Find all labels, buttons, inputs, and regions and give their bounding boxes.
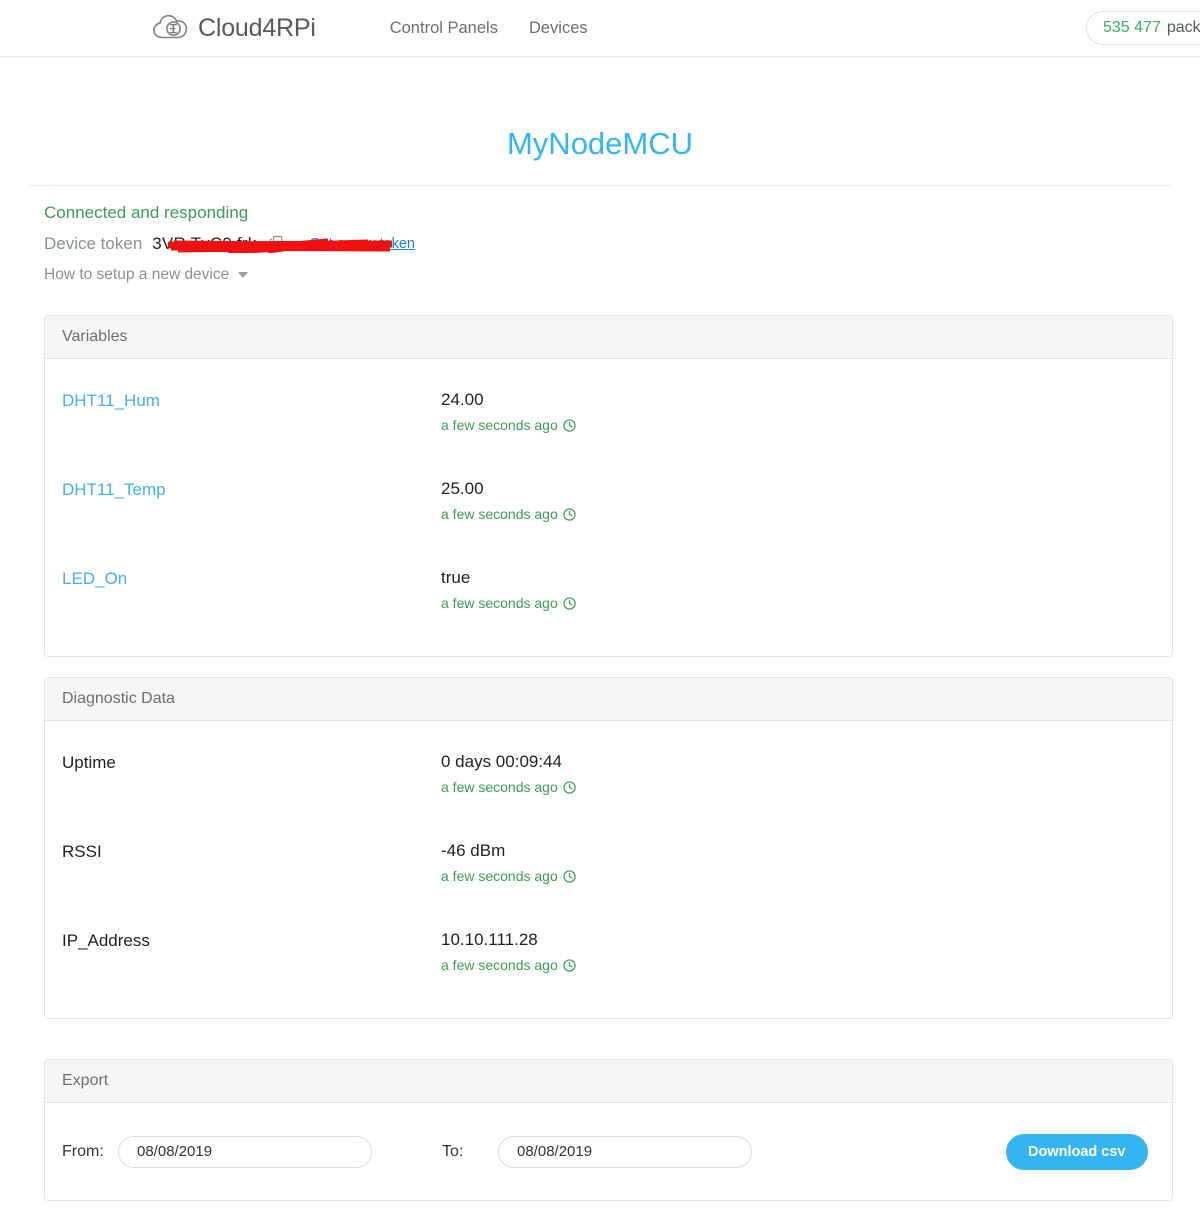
table-row: Uptime 0 days 00:09:44 a few seconds ago — [45, 721, 1172, 840]
export-card: Export From: To: Download csv — [44, 1059, 1173, 1201]
timestamp-text: a few seconds ago — [441, 868, 558, 884]
variables-card-header: Variables — [45, 316, 1172, 359]
variable-value-col: 24.00 a few seconds ago — [441, 389, 576, 433]
from-label: From: — [62, 1142, 104, 1160]
diagnostic-timestamp: a few seconds ago — [441, 868, 576, 884]
diagnostic-data-card: Diagnostic Data Uptime 0 days 00:09:44 a… — [44, 677, 1173, 1019]
main-nav: Control Panels Devices — [390, 19, 588, 38]
nav-devices[interactable]: Devices — [529, 19, 588, 38]
variables-card-title: Variables — [62, 328, 128, 345]
clock-icon — [563, 507, 576, 521]
diagnostic-timestamp: a few seconds ago — [441, 779, 576, 795]
diagnostic-value: 0 days 00:09:44 — [441, 752, 562, 771]
variables-card-body: DHT11_Hum 24.00 a few seconds ago DHT11_… — [45, 359, 1172, 656]
how-to-setup-toggle[interactable]: How to setup a new device — [44, 266, 415, 284]
get-new-token-link[interactable]: Get a new token — [309, 236, 415, 252]
device-token-row: Device token 3VR TvC9 frk Get a new toke… — [44, 231, 415, 257]
variable-name-link[interactable]: LED_On — [62, 567, 441, 589]
table-row: LED_On true a few seconds ago — [45, 567, 1172, 656]
diagnostic-card-body: Uptime 0 days 00:09:44 a few seconds ago… — [45, 721, 1172, 1018]
export-card-header: Export — [45, 1060, 1172, 1103]
variable-timestamp: a few seconds ago — [441, 595, 576, 611]
diagnostic-value: 10.10.111.28 — [441, 930, 538, 949]
download-csv-button[interactable]: Download csv — [1006, 1133, 1148, 1170]
to-date-input[interactable] — [498, 1135, 752, 1168]
timestamp-text: a few seconds ago — [441, 506, 558, 522]
packets-count: 535 477 — [1103, 19, 1161, 36]
export-card-title: Export — [62, 1072, 109, 1089]
timestamp-text: a few seconds ago — [441, 957, 558, 973]
diagnostic-card-title: Diagnostic Data — [62, 690, 175, 707]
variable-value-col: true a few seconds ago — [441, 567, 576, 611]
page-title: MyNodeMCU — [506, 126, 694, 161]
variable-value-col: 25.00 a few seconds ago — [441, 478, 576, 522]
variable-value: 24.00 — [441, 390, 484, 409]
brand-name: Cloud4RPi — [198, 13, 316, 42]
timestamp-text: a few seconds ago — [441, 595, 558, 611]
variables-card: Variables DHT11_Hum 24.00 a few seconds … — [44, 315, 1173, 657]
export-card-body: From: To: Download csv — [45, 1103, 1172, 1200]
device-token-wrap: 3VR TvC9 frk — [152, 234, 393, 254]
brand[interactable]: Cloud4RPi — [152, 13, 316, 43]
diagnostic-value-col: 0 days 00:09:44 a few seconds ago — [441, 751, 576, 795]
device-status-block: Connected and responding Device token 3V… — [44, 203, 415, 284]
variable-timestamp: a few seconds ago — [441, 417, 576, 433]
variable-name-link[interactable]: DHT11_Temp — [62, 478, 441, 500]
diagnostic-timestamp: a few seconds ago — [441, 957, 576, 973]
diagnostic-name: RSSI — [62, 842, 102, 861]
clock-icon — [563, 596, 576, 610]
diagnostic-name: Uptime — [62, 753, 116, 772]
clock-icon — [563, 869, 576, 883]
device-token-value: 3VR TvC9 frk — [152, 234, 257, 253]
diagnostic-value: -46 dBm — [441, 841, 506, 860]
nav-control-panels[interactable]: Control Panels — [390, 19, 498, 38]
how-to-setup-label: How to setup a new device — [44, 266, 230, 283]
table-row: DHT11_Temp 25.00 a few seconds ago — [45, 478, 1172, 567]
to-label: To: — [442, 1142, 464, 1160]
diagnostic-value-col: 10.10.111.28 a few seconds ago — [441, 929, 576, 973]
table-row: DHT11_Hum 24.00 a few seconds ago — [45, 359, 1172, 478]
packets-counter-badge[interactable]: 535 477 packets — [1086, 11, 1200, 45]
top-navigation-bar: Cloud4RPi Control Panels Devices 535 477… — [0, 0, 1200, 57]
timestamp-text: a few seconds ago — [441, 417, 558, 433]
table-row: RSSI -46 dBm a few seconds ago — [45, 840, 1172, 929]
cloud-logo-icon — [152, 13, 188, 43]
copy-icon[interactable] — [256, 235, 285, 253]
diagnostic-value-col: -46 dBm a few seconds ago — [441, 840, 576, 884]
clock-icon — [563, 418, 576, 432]
diagnostic-card-header: Diagnostic Data — [45, 678, 1172, 721]
clock-icon — [563, 780, 576, 794]
title-divider — [28, 185, 1172, 186]
variable-timestamp: a few seconds ago — [441, 506, 576, 522]
chevron-down-icon — [238, 272, 249, 278]
from-date-input[interactable] — [118, 1135, 372, 1168]
connection-status: Connected and responding — [44, 203, 249, 222]
variable-value: true — [441, 568, 471, 587]
table-row: IP_Address 10.10.111.28 a few seconds ag… — [45, 929, 1172, 1018]
variable-name-link[interactable]: DHT11_Hum — [62, 389, 441, 411]
diagnostic-name: IP_Address — [62, 931, 150, 950]
packets-label: packets — [1166, 19, 1200, 36]
device-token-label: Device token — [44, 234, 143, 253]
variable-value: 25.00 — [441, 479, 484, 498]
clock-icon — [563, 958, 576, 972]
timestamp-text: a few seconds ago — [441, 779, 558, 795]
